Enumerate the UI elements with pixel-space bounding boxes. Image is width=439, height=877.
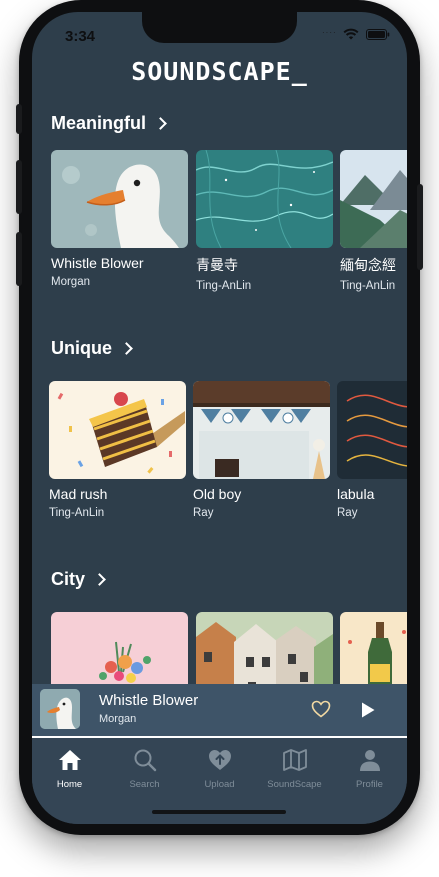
album-art: [51, 150, 188, 248]
track-artist: Ting-AnLin: [196, 280, 252, 292]
battery-icon: [366, 29, 390, 40]
track-artist: Ting-AnLin: [49, 507, 105, 519]
home-icon: [58, 750, 81, 770]
track-artist: Ray: [337, 507, 358, 519]
track-artist: Morgan: [51, 276, 90, 288]
now-playing-artist: Morgan: [99, 713, 137, 725]
track-card[interactable]: labula Ray: [337, 381, 407, 519]
now-playing-title: Whistle Blower: [99, 692, 199, 709]
upload-icon: [208, 750, 231, 770]
section-header-unique[interactable]: Unique: [51, 338, 133, 359]
chevron-right-icon: [154, 117, 167, 130]
track-artist: Ting-AnLin: [340, 280, 396, 292]
tab-label: Home: [56, 779, 83, 790]
tab-upload[interactable]: Upload: [182, 748, 257, 790]
tab-label: Profile: [356, 779, 383, 790]
track-card[interactable]: 緬甸念經 Ting-AnLin: [340, 150, 407, 292]
track-card[interactable]: Old boy Ray: [193, 381, 330, 519]
signal-dots: ····: [322, 28, 337, 37]
volume-up-button: [16, 160, 22, 214]
tab-label: Search: [129, 779, 160, 790]
profile-icon: [359, 750, 380, 771]
mini-player-art: [40, 689, 80, 729]
track-title: labula: [337, 486, 375, 502]
app-logo: SOUNDSCAPE_: [131, 57, 308, 86]
notch: [142, 12, 297, 43]
track-title: Whistle Blower: [51, 255, 144, 271]
tab-home[interactable]: Home: [32, 748, 107, 790]
section-title: Unique: [51, 338, 112, 358]
search-icon: [134, 749, 156, 772]
album-art: [49, 381, 186, 479]
home-indicator: [152, 810, 286, 814]
track-card[interactable]: Whistle Blower Morgan: [51, 150, 188, 288]
track-card[interactable]: Mad rush Ting-AnLin: [49, 381, 186, 519]
status-time: 3:34: [65, 28, 96, 45]
track-title: 緬甸念經: [340, 257, 396, 273]
heart-icon[interactable]: [311, 700, 331, 718]
section-header-meaningful[interactable]: Meaningful: [51, 113, 167, 134]
tab-soundscape[interactable]: SoundScape: [257, 748, 332, 790]
track-artist: Ray: [193, 507, 214, 519]
track-title: Old boy: [193, 486, 242, 502]
section-header-city[interactable]: City: [51, 569, 106, 590]
section-title: Meaningful: [51, 113, 146, 133]
volume-down-button: [16, 232, 22, 286]
album-art: [196, 150, 333, 248]
chevron-right-icon: [93, 573, 106, 586]
tab-label: Upload: [204, 779, 235, 790]
map-icon: [282, 749, 307, 771]
album-art: [193, 381, 330, 479]
tab-label: SoundScape: [267, 779, 322, 790]
mini-player[interactable]: Whistle Blower Morgan: [32, 684, 407, 738]
track-card[interactable]: 青曼寺 Ting-AnLin: [196, 150, 333, 292]
mute-switch: [16, 104, 22, 134]
chevron-right-icon: [120, 342, 133, 355]
album-art: [340, 150, 407, 248]
app-screen: 3:34 ···· SOUNDSCAPE_ Meaningful Whistle…: [32, 12, 407, 824]
play-icon[interactable]: [360, 701, 376, 719]
section-title: City: [51, 569, 86, 589]
track-title: Mad rush: [49, 486, 108, 502]
track-title: 青曼寺: [196, 257, 238, 273]
album-art: [337, 381, 407, 479]
tab-profile[interactable]: Profile: [332, 748, 407, 790]
tab-search[interactable]: Search: [107, 748, 182, 790]
wifi-icon: [343, 28, 359, 40]
power-button: [417, 184, 423, 270]
